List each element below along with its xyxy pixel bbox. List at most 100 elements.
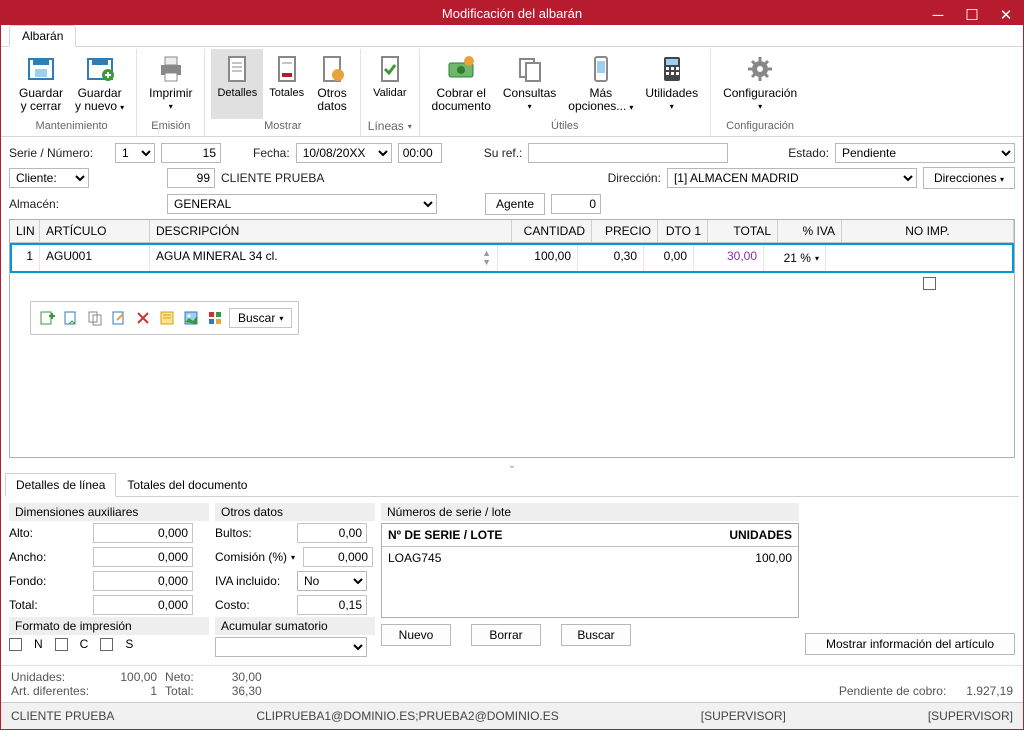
ancho-label: Ancho: <box>9 550 89 564</box>
unidades-lbl: Unidades: <box>11 670 65 684</box>
col-total[interactable]: TOTAL <box>708 220 778 242</box>
buscar-serial-button[interactable]: Buscar <box>561 624 631 646</box>
validate-label: Validar <box>373 87 406 99</box>
tab-albaran[interactable]: Albarán <box>9 25 76 47</box>
fmt-s-check[interactable] <box>100 638 113 651</box>
estado-select[interactable]: Pendiente <box>835 143 1015 163</box>
borrar-button[interactable]: Borrar <box>471 624 541 646</box>
agente-input[interactable] <box>551 194 601 214</box>
total-lbl: Total: <box>165 684 194 698</box>
color-icon[interactable] <box>205 308 225 328</box>
col-articulo[interactable]: ARTÍCULO <box>40 220 150 242</box>
config-button[interactable]: Configuración▾ <box>717 49 803 119</box>
delete-line-icon[interactable] <box>133 308 153 328</box>
fondo-input[interactable] <box>93 571 193 591</box>
hora-input[interactable] <box>398 143 442 163</box>
maximize-button[interactable]: ☐ <box>955 1 989 29</box>
cliente-code-input[interactable] <box>167 168 215 188</box>
show-article-info-button[interactable]: Mostrar información del artículo <box>805 633 1015 655</box>
grid-row[interactable]: 1 AGU001 AGUA MINERAL 34 cl.▲▼ 100,00 0,… <box>10 243 1014 273</box>
fmt-n-label: N <box>34 637 43 651</box>
serial-row[interactable]: LOAG745 100,00 <box>382 547 798 569</box>
details-button[interactable]: Detalles <box>211 49 263 119</box>
minimize-button[interactable]: ─ <box>921 1 955 29</box>
suref-label: Su ref.: <box>484 146 523 160</box>
comision-input[interactable] <box>303 547 373 567</box>
bultos-input[interactable] <box>297 523 367 543</box>
fmt-n-check[interactable] <box>9 638 22 651</box>
dim-panel: Dimensiones auxiliares Alto: Ancho: Fond… <box>9 503 209 659</box>
phone-icon <box>585 53 617 85</box>
dtotal-input[interactable] <box>93 595 193 615</box>
almacen-select[interactable]: GENERAL <box>167 194 437 214</box>
status-emails: CLIPRUEBA1@DOMINIO.ES;PRUEBA2@DOMINIO.ES <box>256 709 558 723</box>
col-precio[interactable]: PRECIO <box>592 220 658 242</box>
serie-select[interactable]: 1 <box>115 143 155 163</box>
acumular-header: Acumular sumatorio <box>215 617 375 635</box>
costo-input[interactable] <box>297 595 367 615</box>
direcciones-button[interactable]: Direcciones ▾ <box>923 167 1015 189</box>
col-lin[interactable]: LIN <box>10 220 40 242</box>
col-noimp[interactable]: NO IMP. <box>842 220 1014 242</box>
cell-precio: 0,30 <box>578 245 644 271</box>
ancho-input[interactable] <box>93 547 193 567</box>
image-icon[interactable] <box>181 308 201 328</box>
gear-icon <box>744 53 776 85</box>
fmt-c-check[interactable] <box>55 638 68 651</box>
col-desc[interactable]: DESCRIPCIÓN <box>150 220 512 242</box>
formato-header: Formato de impresión <box>9 617 209 635</box>
collapse-handle[interactable]: ⌄ <box>1 458 1023 473</box>
alto-input[interactable] <box>93 523 193 543</box>
insert-line-icon[interactable] <box>61 308 81 328</box>
ivainc-select[interactable]: No <box>297 571 367 591</box>
form-area: Serie / Número: 1 Fecha: 10/08/20XX Su r… <box>1 137 1023 219</box>
alto-label: Alto: <box>9 526 89 540</box>
print-button[interactable]: Imprimir▾ <box>143 49 198 119</box>
charge-doc-button[interactable]: Cobrar eldocumento <box>426 49 497 119</box>
serial-col1[interactable]: Nº DE SERIE / LOTE <box>382 524 688 546</box>
notes-icon[interactable] <box>157 308 177 328</box>
acumular-select[interactable] <box>215 637 367 657</box>
document-icon <box>221 53 253 85</box>
fecha-label: Fecha: <box>253 146 290 160</box>
save-new-label: Guardary nuevo ▾ <box>75 87 124 114</box>
more-options-button[interactable]: Másopciones... ▾ <box>562 49 639 119</box>
cell-desc: AGUA MINERAL 34 cl.▲▼ <box>150 245 498 271</box>
edit-line-icon[interactable] <box>109 308 129 328</box>
validate-button[interactable]: Validar <box>367 49 412 119</box>
search-lines-button[interactable]: Buscar▾ <box>229 308 292 328</box>
col-cantidad[interactable]: CANTIDAD <box>512 220 592 242</box>
cliente-type-select[interactable]: Cliente: <box>9 168 89 188</box>
details-panels: Dimensiones auxiliares Alto: Ancho: Fond… <box>1 497 1023 665</box>
noimp-checkbox[interactable] <box>923 277 936 290</box>
col-iva[interactable]: % IVA <box>778 220 842 242</box>
serial-col2[interactable]: UNIDADES <box>688 524 798 546</box>
save-close-button[interactable]: Guardary cerrar <box>13 49 69 119</box>
numero-input[interactable] <box>161 143 221 163</box>
line-grid: LIN ARTÍCULO DESCRIPCIÓN CANTIDAD PRECIO… <box>9 219 1015 458</box>
tab-line-details[interactable]: Detalles de línea <box>5 473 116 497</box>
tab-doc-totals[interactable]: Totales del documento <box>116 473 258 497</box>
col-dto[interactable]: DTO 1 <box>658 220 708 242</box>
nuevo-button[interactable]: Nuevo <box>381 624 451 646</box>
agente-button[interactable]: Agente <box>485 193 545 215</box>
grid-header: LIN ARTÍCULO DESCRIPCIÓN CANTIDAD PRECIO… <box>10 220 1014 243</box>
fmt-c-label: C <box>80 637 89 651</box>
copy-line-icon[interactable] <box>85 308 105 328</box>
totals-button[interactable]: Totales <box>263 49 310 119</box>
utilities-button[interactable]: Utilidades▾ <box>639 49 704 119</box>
save-close-label: Guardary cerrar <box>19 87 63 113</box>
line-toolbar: Buscar▾ <box>30 301 299 335</box>
fecha-input[interactable]: 10/08/20XX <box>296 143 392 163</box>
direccion-select[interactable]: [1] ALMACEN MADRID <box>667 168 917 188</box>
cell-iva[interactable]: 21 %▾ <box>764 245 826 271</box>
add-line-icon[interactable] <box>37 308 57 328</box>
status-user2: [SUPERVISOR] <box>928 709 1013 723</box>
save-new-button[interactable]: Guardary nuevo ▾ <box>69 49 130 119</box>
serial-header: Números de serie / lote <box>381 503 799 521</box>
close-button[interactable]: ✕ <box>989 1 1023 29</box>
cell-art: AGU001 <box>40 245 150 271</box>
suref-input[interactable] <box>528 143 728 163</box>
other-data-button[interactable]: Otrosdatos <box>310 49 354 119</box>
queries-button[interactable]: Consultas▾ <box>497 49 562 119</box>
